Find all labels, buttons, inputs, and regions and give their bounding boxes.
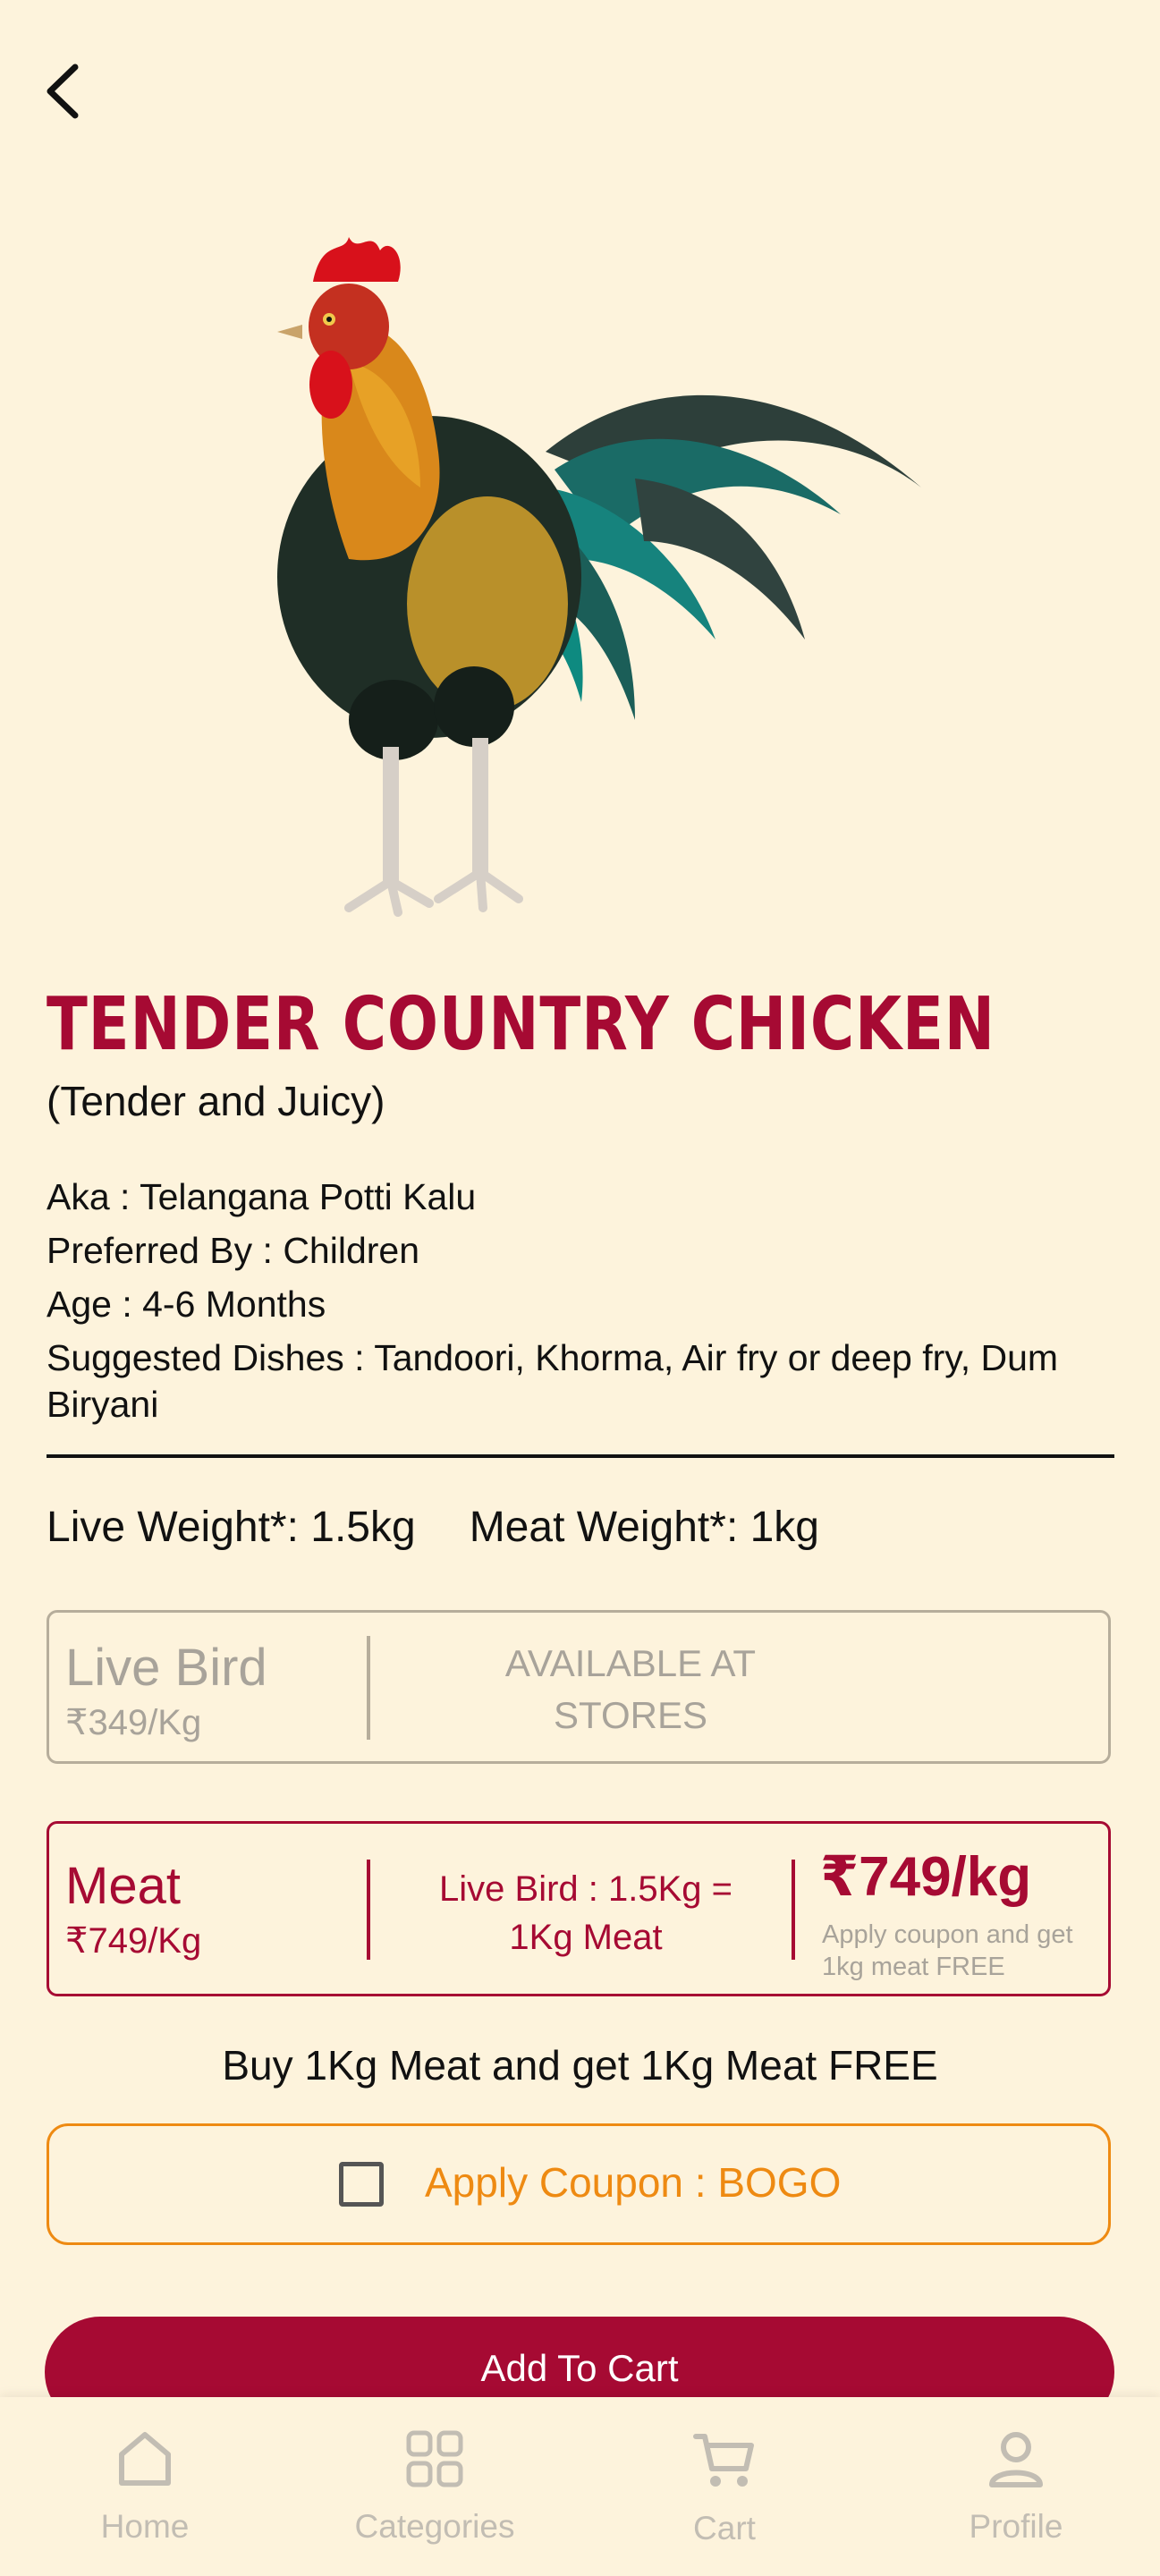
conversion-line-2: 1Kg Meat: [509, 1918, 663, 1957]
nav-home[interactable]: Home: [38, 2411, 252, 2563]
cart-icon: [693, 2434, 754, 2487]
product-subtitle: (Tender and Juicy): [47, 1078, 385, 1124]
chevron-left-icon: [47, 64, 79, 119]
nav-home-label: Home: [100, 2508, 190, 2545]
nav-cart[interactable]: Cart: [617, 2411, 832, 2563]
apply-coupon-toggle[interactable]: Apply Coupon : BOGO: [47, 2123, 1111, 2245]
live-bird-price: ₹349/Kg: [65, 1703, 202, 1742]
weights-row: Live Weight*: 1.5kg Meat Weight*: 1kg: [47, 1503, 819, 1552]
meat-big-price: ₹749/kg: [820, 1846, 1032, 1908]
nav-categories-label: Categories: [354, 2508, 515, 2545]
back-button[interactable]: [36, 55, 89, 127]
live-bird-name: Live Bird: [65, 1639, 267, 1697]
profile-icon: [989, 2432, 1043, 2487]
option-separator: [367, 1860, 370, 1960]
nav-cart-label: Cart: [693, 2510, 756, 2546]
aka-text: Aka : Telangana Potti Kalu: [47, 1176, 477, 1217]
offer-text: Buy 1Kg Meat and get 1Kg Meat FREE: [222, 2042, 938, 2089]
nav-profile[interactable]: Profile: [909, 2411, 1123, 2563]
option-separator: [367, 1636, 370, 1740]
suggested-dishes-text-cont: Biryani: [47, 1384, 159, 1425]
live-weight-text: Live Weight*: 1.5kg: [47, 1504, 416, 1551]
coupon-checkbox[interactable]: [339, 2162, 384, 2207]
meat-weight-text: Meat Weight*: 1kg: [469, 1504, 819, 1551]
conversion-line-1: Live Bird : 1.5Kg =: [439, 1869, 732, 1909]
option-separator: [792, 1860, 795, 1960]
home-icon: [119, 2432, 171, 2486]
meat-name: Meat: [65, 1857, 181, 1915]
preferred-by-text: Preferred By : Children: [47, 1230, 420, 1271]
availability-line-2: STORES: [554, 1694, 707, 1736]
product-image: [277, 237, 921, 917]
nav-profile-label: Profile: [969, 2508, 1063, 2545]
suggested-dishes-text: Suggested Dishes : Tandoori, Khorma, Air…: [47, 1337, 1059, 1378]
meat-price: ₹749/Kg: [65, 1921, 202, 1961]
coupon-label: Apply Coupon : BOGO: [425, 2159, 842, 2206]
live-bird-option: Live Bird ₹349/Kg AVAILABLE AT STORES: [47, 1610, 1111, 1764]
conversion-text: Live Bird : 1.5Kg = 1Kg Meat: [402, 1865, 769, 1962]
age-text: Age : 4-6 Months: [47, 1284, 326, 1325]
coupon-note: Apply coupon and get 1kg meat FREE: [822, 1920, 1073, 1981]
divider: [47, 1454, 1114, 1458]
availability-line-1: AVAILABLE AT: [504, 1642, 757, 1684]
meat-option[interactable]: Meat ₹749/Kg Live Bird : 1.5Kg = 1Kg Mea…: [47, 1821, 1111, 1996]
nav-categories[interactable]: Categories: [327, 2411, 542, 2563]
availability-text: AVAILABLE AT STORES: [407, 1638, 854, 1741]
bottom-nav: Home Categories Cart Profile: [0, 2397, 1160, 2576]
product-title: TENDER COUNTRY CHICKEN: [47, 982, 995, 1067]
categories-icon: [406, 2430, 463, 2487]
